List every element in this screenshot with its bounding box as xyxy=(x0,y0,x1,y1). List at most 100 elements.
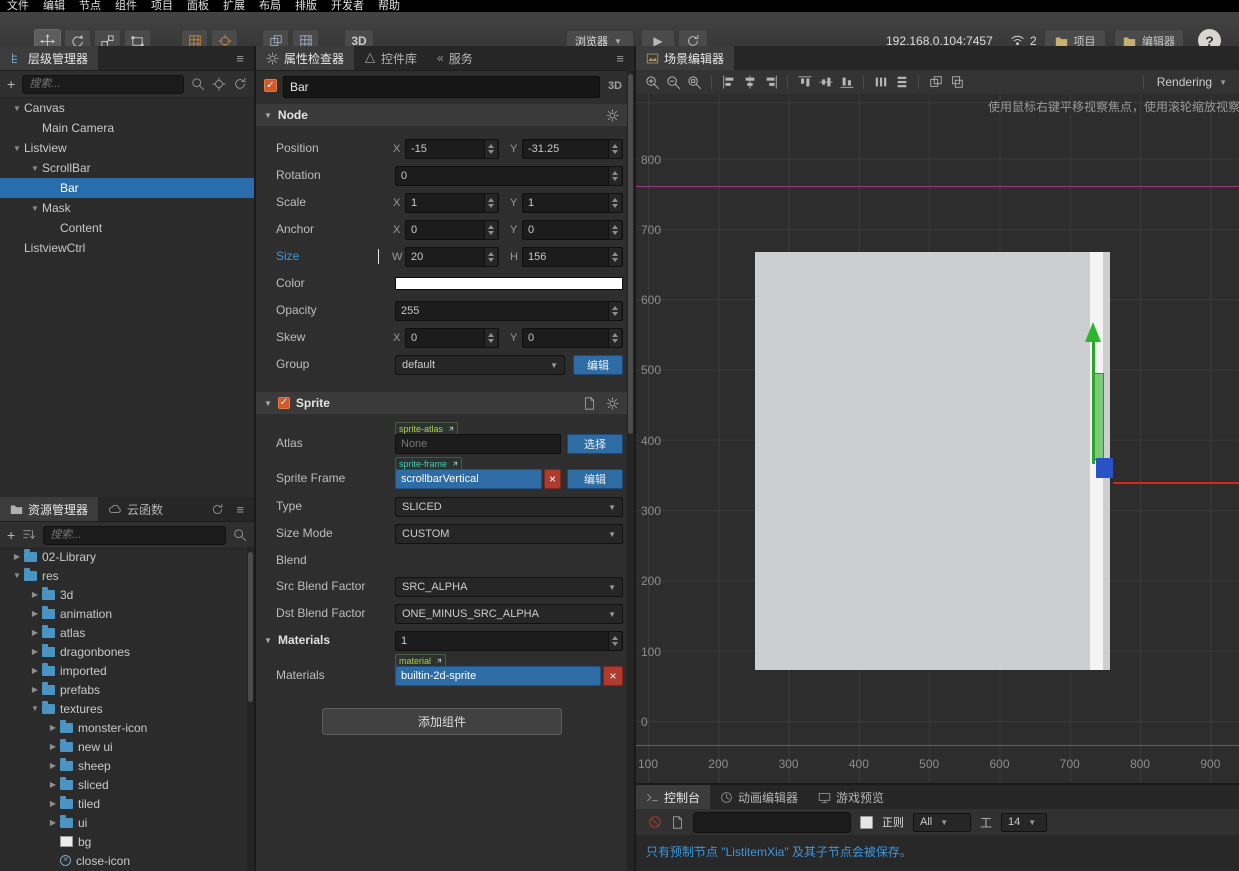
tree-node[interactable]: Content xyxy=(0,218,254,238)
stepper[interactable] xyxy=(608,221,621,239)
group-dropdown[interactable]: default ▼ xyxy=(395,355,565,375)
tree-node[interactable]: Main Camera xyxy=(0,118,254,138)
expand-arrow-icon[interactable]: ▶ xyxy=(28,628,42,637)
menu-item[interactable]: 布局 xyxy=(252,0,288,12)
move-gizmo-x-axis[interactable] xyxy=(1113,482,1239,484)
collapse-log-icon[interactable] xyxy=(671,816,684,829)
node-settings-gear-icon[interactable] xyxy=(606,109,619,122)
sprite-type-dropdown[interactable]: SLICED ▼ xyxy=(395,497,623,517)
expand-arrow-icon[interactable]: ▶ xyxy=(46,780,60,789)
expand-arrow-icon[interactable]: ▶ xyxy=(28,590,42,599)
hierarchy-search-input[interactable] xyxy=(22,75,184,94)
menu-item[interactable]: 节点 xyxy=(72,0,108,12)
sprite-section-header[interactable]: ▼ ✓ Sprite xyxy=(256,392,627,414)
menu-item[interactable]: 帮助 xyxy=(371,0,407,12)
materials-count-field[interactable]: 1 xyxy=(395,631,623,651)
menu-item[interactable]: 扩展 xyxy=(216,0,252,12)
anchor-y-field[interactable]: 0 xyxy=(522,220,623,240)
collapse-arrow-icon[interactable]: ▼ xyxy=(264,636,272,645)
size-mode-dropdown[interactable]: CUSTOM ▼ xyxy=(395,524,623,544)
expand-arrow-icon[interactable]: ▶ xyxy=(28,685,42,694)
create-node-button[interactable]: + xyxy=(7,77,15,91)
expand-arrow-icon[interactable]: ▶ xyxy=(28,609,42,618)
sprite-enabled-checkbox[interactable]: ✓ xyxy=(278,397,290,409)
zoom-out-icon[interactable] xyxy=(663,73,684,92)
add-component-button[interactable]: 添加组件 xyxy=(322,708,562,735)
menu-item[interactable]: 组件 xyxy=(108,0,144,12)
skew-x-field[interactable]: 0 xyxy=(405,328,499,348)
refresh-assets-icon[interactable] xyxy=(211,503,224,516)
asset-item[interactable]: ▶ sheep xyxy=(0,756,246,775)
align-right-icon[interactable] xyxy=(760,73,781,92)
panel-menu-icon[interactable]: ≡ xyxy=(616,51,624,66)
stepper[interactable] xyxy=(608,632,621,650)
zoom-to-fit-icon[interactable] xyxy=(684,73,705,92)
sort-icon[interactable] xyxy=(22,528,36,542)
stepper[interactable] xyxy=(608,248,621,266)
position-y-field[interactable]: -31.25 xyxy=(522,139,623,159)
tab-inspector[interactable]: 属性检查器 xyxy=(256,46,354,70)
expand-arrow-icon[interactable]: ▼ xyxy=(10,571,24,580)
move-gizmo-y-arrowhead[interactable] xyxy=(1085,322,1101,342)
clear-material-button[interactable]: × xyxy=(603,666,623,686)
stepper[interactable] xyxy=(484,248,497,266)
rendering-dropdown[interactable]: Rendering ▼ xyxy=(1137,75,1233,89)
distribute-horizontal-icon[interactable] xyxy=(870,73,891,92)
asset-item[interactable]: ▶ monster-icon xyxy=(0,718,246,737)
edit-sprite-frame-button[interactable]: 编辑 xyxy=(567,469,623,489)
skew-y-field[interactable]: 0 xyxy=(522,328,623,348)
expand-arrow-icon[interactable]: ▶ xyxy=(46,818,60,827)
expand-arrow-icon[interactable]: ▼ xyxy=(10,144,24,153)
search-icon[interactable] xyxy=(191,77,205,91)
position-x-field[interactable]: -15 xyxy=(405,139,499,159)
locate-node-icon[interactable] xyxy=(212,77,226,91)
asset-item[interactable]: close-icon xyxy=(0,851,246,870)
size-h-field[interactable]: 156 xyxy=(522,247,623,267)
stepper[interactable] xyxy=(484,329,497,347)
expand-arrow-icon[interactable]: ▼ xyxy=(28,164,42,173)
asset-item[interactable]: ▶ new ui xyxy=(0,737,246,756)
tree-node[interactable]: ListviewCtrl xyxy=(0,238,254,258)
asset-item[interactable]: ▼ textures xyxy=(0,699,246,718)
tree-node[interactable]: ▼ ScrollBar xyxy=(0,158,254,178)
anchor-x-field[interactable]: 0 xyxy=(405,220,499,240)
asset-item[interactable]: ▶ prefabs xyxy=(0,680,246,699)
asset-item[interactable]: bg xyxy=(0,832,246,851)
expand-arrow-icon[interactable]: ▼ xyxy=(28,204,42,213)
asset-item[interactable]: ▶ tiled xyxy=(0,794,246,813)
tree-node[interactable]: ▼ Listview xyxy=(0,138,254,158)
refresh-icon[interactable] xyxy=(233,77,247,91)
edit-group-button[interactable]: 编辑 xyxy=(573,355,623,375)
clear-console-icon[interactable] xyxy=(648,815,662,829)
move-gizmo-y-axis[interactable] xyxy=(1092,340,1095,464)
zoom-in-icon[interactable] xyxy=(642,73,663,92)
assets-scrollbar[interactable] xyxy=(247,547,254,871)
expand-arrow-icon[interactable]: ▶ xyxy=(46,761,60,770)
component-settings-gear-icon[interactable] xyxy=(606,397,619,410)
asset-item[interactable]: ▼ res xyxy=(0,566,246,585)
select-atlas-button[interactable]: 选择 xyxy=(567,434,623,454)
node-name-input[interactable] xyxy=(283,76,600,98)
search-icon[interactable] xyxy=(233,528,247,542)
src-blend-dropdown[interactable]: SRC_ALPHA ▼ xyxy=(395,577,623,597)
scene-viewport[interactable]: 使用鼠标右键平移视察焦点，使用滚轮缩放视察焦点 9008007006005004… xyxy=(636,94,1239,783)
opacity-field[interactable]: 255 xyxy=(395,301,623,321)
assets-search-input[interactable] xyxy=(43,526,226,545)
expand-arrow-icon[interactable]: ▶ xyxy=(28,666,42,675)
menu-item[interactable]: 文件 xyxy=(0,0,36,12)
expand-arrow-icon[interactable]: ▼ xyxy=(28,704,42,713)
tree-node[interactable]: ▼ Mask xyxy=(0,198,254,218)
menu-item[interactable]: 开发者 xyxy=(324,0,371,12)
stepper[interactable] xyxy=(608,194,621,212)
tab-services[interactable]: « 服务 xyxy=(427,46,483,70)
expand-arrow-icon[interactable]: ▶ xyxy=(28,647,42,656)
stepper[interactable] xyxy=(608,167,621,185)
material-field[interactable]: builtin-2d-sprite xyxy=(395,666,601,686)
asset-item[interactable]: ▶ dragonbones xyxy=(0,642,246,661)
color-swatch[interactable] xyxy=(395,277,623,290)
collapse-arrow-icon[interactable]: ▼ xyxy=(264,399,272,408)
align-vertical-center-icon[interactable] xyxy=(815,73,836,92)
expand-arrow-icon[interactable]: ▶ xyxy=(10,552,24,561)
tree-node[interactable]: ▼ Canvas xyxy=(0,98,254,118)
stepper[interactable] xyxy=(484,140,497,158)
